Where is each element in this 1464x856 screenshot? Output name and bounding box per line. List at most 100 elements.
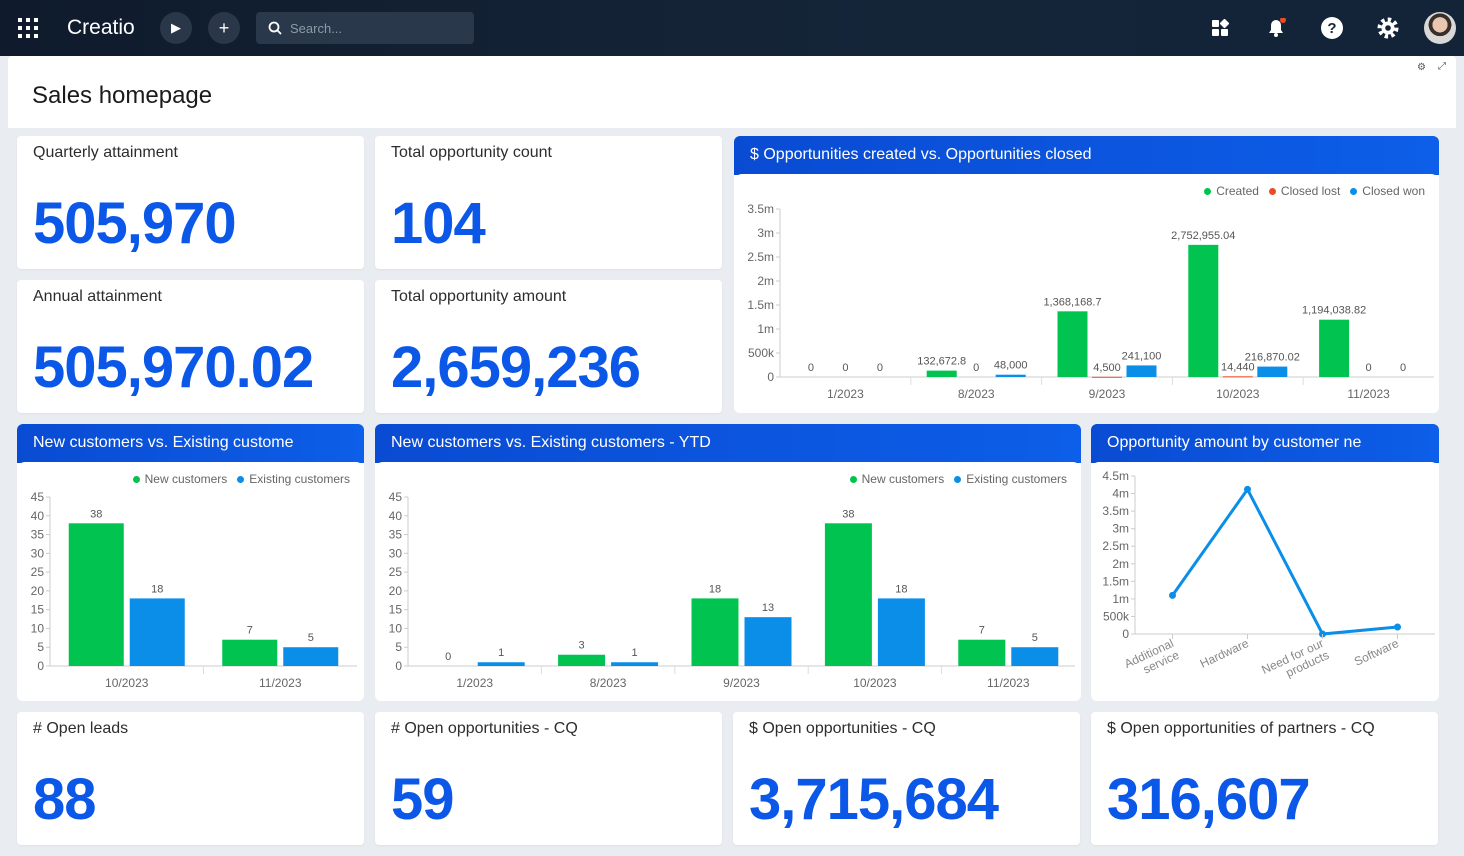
x-tick-label: Additionalservice bbox=[1122, 636, 1181, 683]
y-tick-label: 45 bbox=[389, 490, 403, 504]
run-process-button[interactable]: ▶ bbox=[160, 12, 192, 44]
y-tick-label: 3m bbox=[757, 226, 774, 240]
tile-label: Quarterly attainment bbox=[33, 144, 178, 161]
avatar[interactable] bbox=[1424, 12, 1456, 44]
y-tick-label: 2.5m bbox=[747, 250, 774, 264]
data-label: 0 bbox=[1366, 362, 1372, 374]
top-bar: Creatio ▶ + Search... ? bbox=[0, 0, 1464, 56]
data-label: 132,672.8 bbox=[917, 356, 966, 368]
y-tick-label: 3.5m bbox=[1102, 504, 1129, 518]
bar-new-customers bbox=[222, 639, 278, 666]
y-tick-label: 0 bbox=[1122, 627, 1129, 641]
y-tick-label: 20 bbox=[31, 584, 45, 598]
bar-existing-customers bbox=[744, 617, 792, 666]
data-label: 5 bbox=[308, 632, 314, 644]
tile-total-opportunity-amount[interactable]: Total opportunity amount 2,659,236 bbox=[375, 280, 722, 413]
help-icon[interactable]: ? bbox=[1320, 16, 1344, 40]
y-tick-label: 45 bbox=[31, 490, 45, 504]
bar-new-customers bbox=[824, 523, 872, 666]
tile-open-opportunities-partners[interactable]: $ Open opportunities of partners - CQ 316… bbox=[1091, 712, 1438, 845]
bar-closed-lost bbox=[1222, 376, 1253, 378]
plus-icon: + bbox=[218, 17, 230, 38]
bar-existing-customers bbox=[129, 598, 185, 666]
y-tick-label: 30 bbox=[31, 546, 45, 560]
tile-open-leads[interactable]: # Open leads 88 bbox=[17, 712, 364, 845]
gear-icon[interactable] bbox=[1376, 16, 1400, 40]
page-header: Sales homepage ⚙ ⤢ bbox=[8, 56, 1456, 128]
y-tick-label: 1.5m bbox=[747, 298, 774, 312]
bell-icon[interactable] bbox=[1264, 16, 1288, 40]
y-tick-label: 40 bbox=[31, 509, 45, 523]
tile-total-opportunity-count[interactable]: Total opportunity count 104 bbox=[375, 136, 722, 269]
search-input[interactable]: Search... bbox=[256, 12, 474, 44]
data-label: 3 bbox=[579, 640, 585, 652]
y-tick-label: 25 bbox=[389, 565, 403, 579]
tile-label: $ Open opportunities - CQ bbox=[749, 720, 936, 737]
data-label: 1,194,038.82 bbox=[1302, 305, 1366, 317]
data-point bbox=[1394, 623, 1401, 631]
data-label: 0 bbox=[877, 362, 883, 374]
y-tick-label: 25 bbox=[31, 565, 45, 579]
x-tick-label: 10/2023 bbox=[105, 676, 149, 690]
chart-new-vs-existing-customers: New customers vs. Existing custome New c… bbox=[17, 424, 364, 701]
data-label: 18 bbox=[709, 583, 721, 595]
chart-opportunities-created-vs-closed: $ Opportunities created vs. Opportunitie… bbox=[734, 136, 1439, 413]
x-tick-label: 9/2023 bbox=[723, 676, 760, 690]
tile-value: 59 bbox=[391, 767, 455, 832]
apps-grid-icon[interactable] bbox=[17, 17, 39, 39]
tile-value: 2,659,236 bbox=[391, 335, 641, 400]
creatio-logo[interactable]: Creatio bbox=[67, 16, 135, 40]
widgets-icon[interactable] bbox=[1208, 16, 1232, 40]
data-label: 2,752,955.04 bbox=[1171, 230, 1235, 242]
data-label: 7 bbox=[979, 625, 985, 637]
y-tick-label: 4m bbox=[1112, 487, 1129, 501]
bar-existing-customers bbox=[877, 598, 925, 666]
x-tick-label: 9/2023 bbox=[1089, 387, 1126, 401]
tile-label: Annual attainment bbox=[33, 288, 162, 305]
data-label: 13 bbox=[762, 602, 774, 614]
search-placeholder: Search... bbox=[290, 20, 343, 36]
bar-created bbox=[1057, 311, 1088, 377]
y-tick-label: 4.5m bbox=[1102, 469, 1129, 483]
y-tick-label: 2m bbox=[757, 274, 774, 288]
tile-label: Total opportunity count bbox=[391, 144, 552, 161]
y-tick-label: 5 bbox=[37, 640, 44, 654]
y-tick-label: 40 bbox=[389, 509, 403, 523]
add-button[interactable]: + bbox=[208, 12, 240, 44]
chart-opportunity-amount-by-need: Opportunity amount by customer ne 0 500k 1… bbox=[1091, 424, 1439, 701]
tile-quarterly-attainment[interactable]: Quarterly attainment 505,970 bbox=[17, 136, 364, 269]
bar-created bbox=[1319, 319, 1350, 377]
tile-value: 88 bbox=[33, 767, 97, 832]
y-tick-label: 0 bbox=[767, 370, 774, 384]
expand-icon[interactable]: ⤢ bbox=[1438, 61, 1446, 72]
data-label: 1,368,168.7 bbox=[1043, 296, 1101, 308]
y-tick-label: 3m bbox=[1112, 522, 1129, 536]
y-tick-label: 35 bbox=[389, 528, 403, 542]
tile-annual-attainment[interactable]: Annual attainment 505,970.02 bbox=[17, 280, 364, 413]
y-tick-label: 10 bbox=[389, 621, 403, 635]
data-label: 0 bbox=[842, 362, 848, 374]
data-label: 216,870.02 bbox=[1245, 352, 1300, 364]
bar-created bbox=[1188, 244, 1219, 377]
chart-title: Opportunity amount by customer ne bbox=[1091, 424, 1439, 463]
tile-value: 316,607 bbox=[1107, 767, 1311, 832]
x-tick-label: 11/2023 bbox=[987, 676, 1030, 690]
tile-open-opportunities-count[interactable]: # Open opportunities - CQ 59 bbox=[375, 712, 722, 845]
data-label: 241,100 bbox=[1122, 350, 1162, 362]
settings-small-icon[interactable]: ⚙ bbox=[1417, 62, 1426, 73]
x-tick-label: 1/2023 bbox=[827, 387, 864, 401]
data-label: 0 bbox=[445, 651, 451, 663]
data-label: 7 bbox=[247, 625, 253, 637]
x-tick-label: Need for ourproducts bbox=[1259, 636, 1331, 689]
bar-closed-won bbox=[995, 374, 1026, 377]
tile-open-opportunities-amount[interactable]: $ Open opportunities - CQ 3,715,684 bbox=[733, 712, 1080, 845]
tile-label: # Open opportunities - CQ bbox=[391, 720, 578, 737]
x-tick-label: Software bbox=[1352, 636, 1401, 669]
x-tick-label: 1/2023 bbox=[456, 676, 493, 690]
chart-plot: 0 5 10 15 20 25 30 35 40 45 1/2023 0 1 8/2023 3 1 9/2023… bbox=[389, 490, 1075, 690]
x-tick-label: 8/2023 bbox=[590, 676, 627, 690]
data-label: 0 bbox=[973, 362, 979, 374]
bar-new-customers bbox=[558, 654, 606, 666]
y-tick-label: 15 bbox=[31, 603, 45, 617]
data-label: 38 bbox=[842, 508, 854, 520]
